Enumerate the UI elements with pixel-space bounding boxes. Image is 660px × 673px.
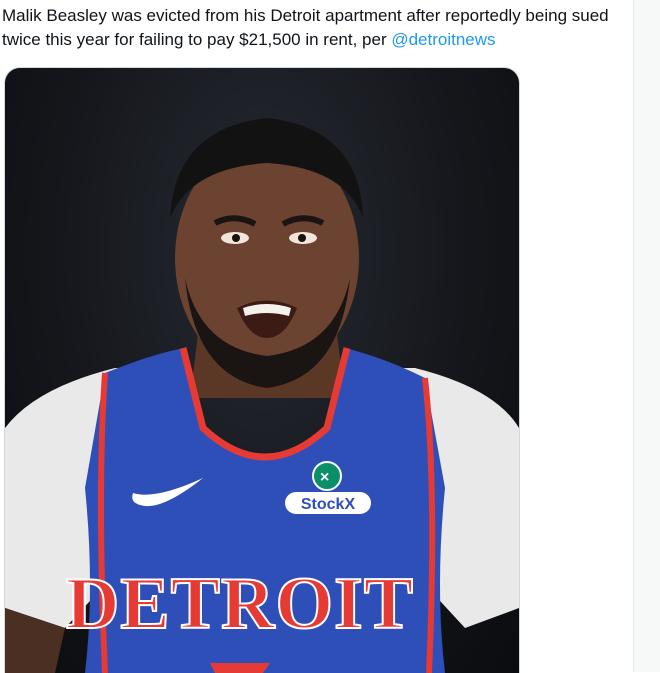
player-photo: × StockX DETROIT [5,118,519,673]
left-pupil [232,234,240,242]
tweet-body: Malik Beasley was evicted from his Detro… [2,6,609,49]
mention-link[interactable]: @detroitnews [391,30,495,49]
jersey-wordmark: DETROIT [66,563,414,645]
right-pupil [298,234,306,242]
right-rail [633,0,660,672]
stockx-x-glyph: × [320,469,329,486]
tweet-text: Malik Beasley was evicted from his Detro… [2,4,627,52]
tweet-photo[interactable]: × StockX DETROIT [4,67,520,673]
sponsor-text: StockX [301,496,356,513]
